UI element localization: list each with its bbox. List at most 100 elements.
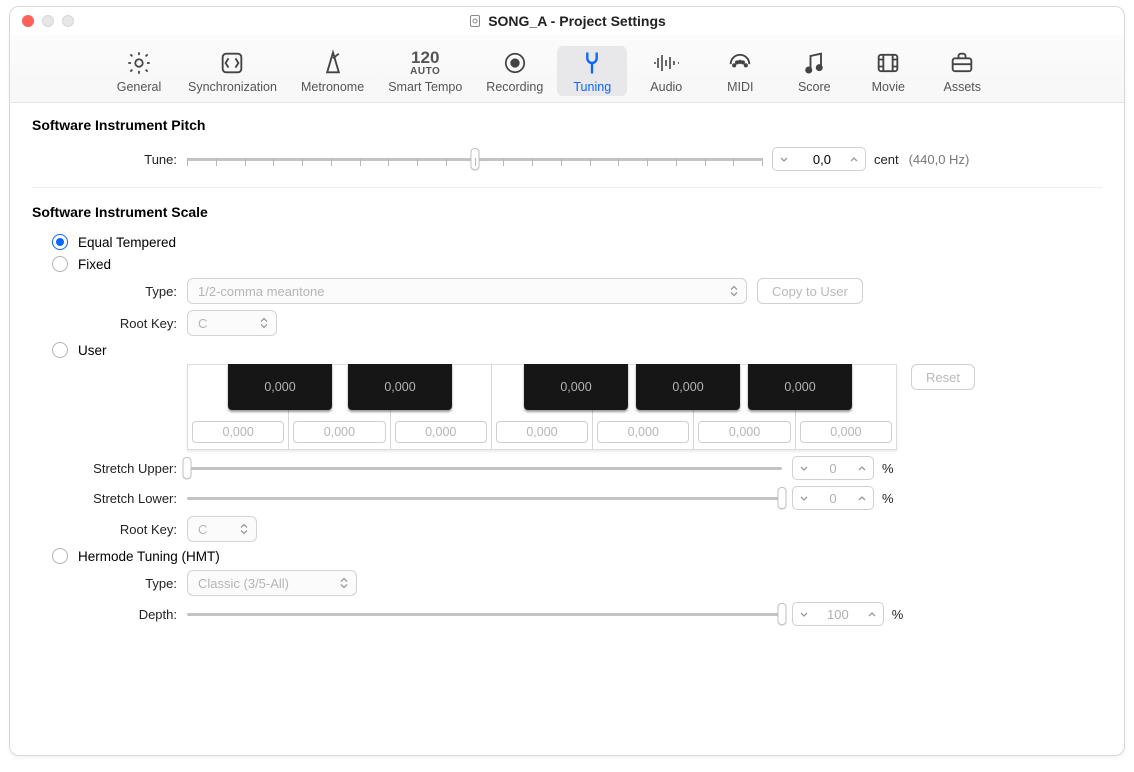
stretch-lower-slider[interactable] xyxy=(187,487,782,509)
tab-label: Movie xyxy=(872,80,905,94)
chevron-down-icon[interactable] xyxy=(793,612,815,617)
select-value: 1/2-comma meantone xyxy=(198,284,324,299)
stretch-lower-value: 0 xyxy=(815,491,851,506)
radio-icon xyxy=(52,256,68,272)
black-key[interactable]: 0,000 xyxy=(636,364,740,410)
chevron-down-icon[interactable] xyxy=(793,466,815,471)
user-root-key-select[interactable]: C xyxy=(187,516,257,542)
tuning-keyboard[interactable]: 0,000 0,000 0,000 0,000 0,000 0,000 0,00… xyxy=(187,364,897,450)
stretch-upper-label: Stretch Upper: xyxy=(32,461,187,476)
black-key[interactable]: 0,000 xyxy=(748,364,852,410)
tab-synchronization[interactable]: Synchronization xyxy=(178,46,287,96)
fixed-option[interactable]: Fixed xyxy=(52,256,1102,272)
percent-label: % xyxy=(882,461,894,476)
chevron-down-icon[interactable] xyxy=(773,157,795,162)
tab-metronome[interactable]: Metronome xyxy=(291,46,374,96)
copy-to-user-button[interactable]: Copy to User xyxy=(757,278,863,304)
zoom-button[interactable] xyxy=(62,15,74,27)
tab-audio[interactable]: Audio xyxy=(631,46,701,96)
depth-slider[interactable] xyxy=(187,603,782,625)
black-key-value: 0,000 xyxy=(560,380,591,394)
fixed-root-key-row: Root Key: C xyxy=(32,310,1102,336)
tab-general[interactable]: General xyxy=(104,46,174,96)
chevron-up-icon[interactable] xyxy=(851,496,873,501)
pitch-section-title: Software Instrument Pitch xyxy=(32,117,1102,133)
tune-unit: cent xyxy=(874,152,899,167)
titlebar: SONG_A - Project Settings xyxy=(10,7,1124,35)
tab-score[interactable]: Score xyxy=(779,46,849,96)
chevron-up-icon[interactable] xyxy=(843,157,865,162)
root-key-label: Root Key: xyxy=(32,316,187,331)
stretch-lower-label: Stretch Lower: xyxy=(32,491,187,506)
traffic-lights xyxy=(22,15,74,27)
chevron-updown-icon xyxy=(340,578,348,589)
white-key-value[interactable]: 0,000 xyxy=(800,421,892,443)
black-key-value: 0,000 xyxy=(264,380,295,394)
tab-tuning[interactable]: Tuning xyxy=(557,46,627,96)
white-key-value[interactable]: 0,000 xyxy=(395,421,487,443)
black-key-value: 0,000 xyxy=(672,380,703,394)
tune-slider[interactable] xyxy=(187,148,762,170)
tab-movie[interactable]: Movie xyxy=(853,46,923,96)
fixed-root-key-select[interactable]: C xyxy=(187,310,277,336)
type-label: Type: xyxy=(32,284,187,299)
reset-button[interactable]: Reset xyxy=(911,364,975,390)
tab-label: Score xyxy=(798,80,831,94)
white-key-value[interactable]: 0,000 xyxy=(192,421,284,443)
radio-icon xyxy=(52,548,68,564)
select-value: Classic (3/5-All) xyxy=(198,576,289,591)
content-area: Software Instrument Pitch Tune: 0,0 cent… xyxy=(10,103,1124,755)
depth-stepper[interactable]: 100 xyxy=(792,602,884,626)
stretch-upper-stepper[interactable]: 0 xyxy=(792,456,874,480)
hmt-type-select[interactable]: Classic (3/5-All) xyxy=(187,570,357,596)
tab-label: Recording xyxy=(486,80,543,94)
metronome-icon xyxy=(319,48,347,78)
chevron-up-icon[interactable] xyxy=(851,466,873,471)
white-key-value[interactable]: 0,000 xyxy=(293,421,385,443)
black-key[interactable]: 0,000 xyxy=(228,364,332,410)
tab-assets[interactable]: Assets xyxy=(927,46,997,96)
tuning-fork-icon xyxy=(578,48,606,78)
tab-label: Smart Tempo xyxy=(388,80,462,94)
project-settings-window: SONG_A - Project Settings General Synchr… xyxy=(9,6,1125,756)
radio-label: Hermode Tuning (HMT) xyxy=(78,549,220,564)
user-root-key-row: Root Key: C xyxy=(32,516,1102,542)
tune-row: Tune: 0,0 cent (440,0 Hz) xyxy=(32,147,1102,171)
tab-recording[interactable]: Recording xyxy=(476,46,553,96)
user-option[interactable]: User xyxy=(52,342,1102,358)
chevron-down-icon[interactable] xyxy=(793,496,815,501)
fixed-type-select[interactable]: 1/2-comma meantone xyxy=(187,278,747,304)
stretch-upper-slider[interactable] xyxy=(187,457,782,479)
toolbar: General Synchronization Metronome 120 AU… xyxy=(10,35,1124,103)
depth-label: Depth: xyxy=(32,607,187,622)
fixed-type-row: Type: 1/2-comma meantone Copy to User xyxy=(32,278,1102,304)
sync-icon xyxy=(218,48,246,78)
white-key-value[interactable]: 0,000 xyxy=(597,421,689,443)
chevron-up-icon[interactable] xyxy=(861,612,883,617)
white-key-value[interactable]: 0,000 xyxy=(496,421,588,443)
chevron-updown-icon xyxy=(240,524,248,535)
radio-icon xyxy=(52,234,68,250)
tab-label: MIDI xyxy=(727,80,753,94)
black-key[interactable]: 0,000 xyxy=(348,364,452,410)
tab-midi[interactable]: MIDI xyxy=(705,46,775,96)
tune-value: 0,0 xyxy=(795,152,843,167)
gear-icon xyxy=(125,48,153,78)
white-key-value[interactable]: 0,000 xyxy=(698,421,790,443)
stretch-upper-value: 0 xyxy=(815,461,851,476)
close-button[interactable] xyxy=(22,15,34,27)
midi-icon xyxy=(726,48,754,78)
tab-smart-tempo[interactable]: 120 AUTO Smart Tempo xyxy=(378,46,472,96)
chevron-updown-icon xyxy=(730,286,738,297)
hermode-option[interactable]: Hermode Tuning (HMT) xyxy=(52,548,1102,564)
tab-label: Synchronization xyxy=(188,80,277,94)
percent-label: % xyxy=(892,607,904,622)
black-key-value: 0,000 xyxy=(384,380,415,394)
minimize-button[interactable] xyxy=(42,15,54,27)
equal-tempered-option[interactable]: Equal Tempered xyxy=(52,234,1102,250)
black-key[interactable]: 0,000 xyxy=(524,364,628,410)
stretch-lower-row: Stretch Lower: 0 % xyxy=(32,486,1102,510)
tune-stepper[interactable]: 0,0 xyxy=(772,147,866,171)
stretch-lower-stepper[interactable]: 0 xyxy=(792,486,874,510)
select-value: C xyxy=(198,316,207,331)
